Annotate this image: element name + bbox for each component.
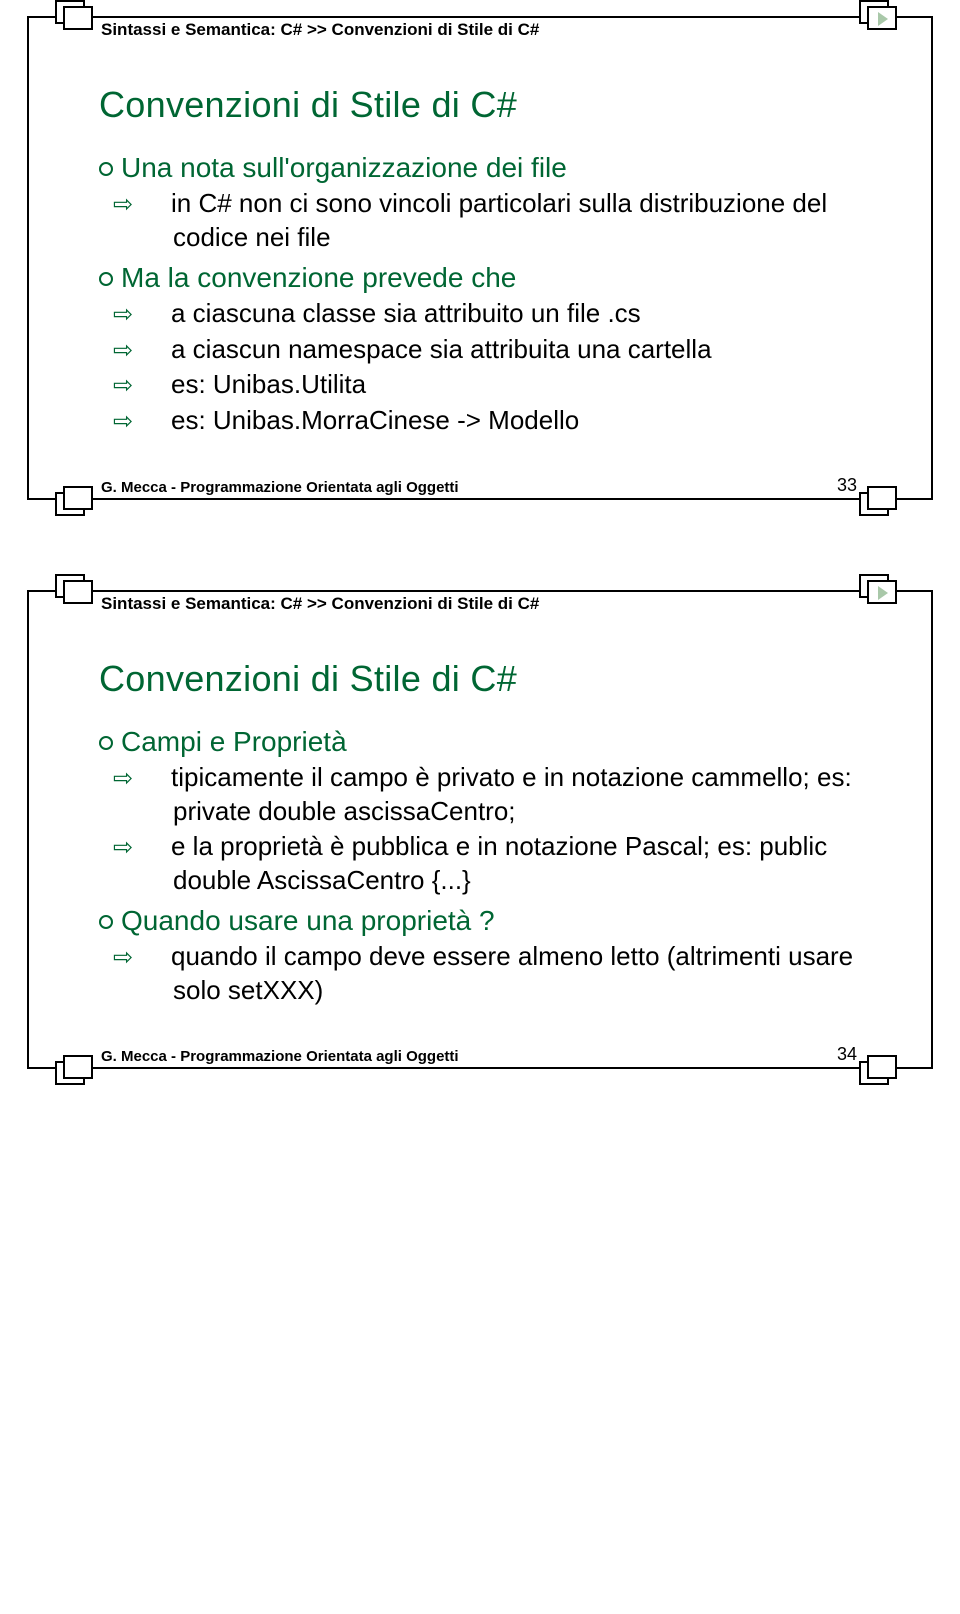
bullet-text: Quando usare una proprietà ? [121,905,495,936]
play-icon [878,12,888,26]
play-icon [878,586,888,600]
bullet-level2: ⇨quando il campo deve essere almeno lett… [143,940,881,1007]
bullet-text: tipicamente il campo è privato e in nota… [171,762,852,826]
bullet-text: Ma la convenzione prevede che [121,262,516,293]
circle-bullet-icon [99,162,113,176]
bullet-level2: ⇨a ciascun namespace sia attribuita una … [143,333,881,367]
bullet-level2: ⇨es: Unibas.MorraCinese -> Modello [143,404,881,438]
bullet-text: a ciascun namespace sia attribuita una c… [171,334,712,364]
bullet-text: Una nota sull'organizzazione dei file [121,152,567,183]
bullet-level1: Una nota sull'organizzazione dei file [99,150,881,185]
arrow-right-icon: ⇨ [143,336,167,367]
nav-next-button[interactable] [867,6,897,30]
breadcrumb: Sintassi e Semantica: C# >> Convenzioni … [101,594,539,614]
bottom-notch-right [867,1055,897,1079]
slide-header-row: Sintassi e Semantica: C# >> Convenzioni … [29,592,931,632]
top-notch-left [63,6,93,30]
footer-text: G. Mecca - Programmazione Orientata agli… [101,479,459,496]
bullet-level1: Campi e Proprietà [99,724,881,759]
footer-text: G. Mecca - Programmazione Orientata agli… [101,1048,459,1065]
bullet-level2: ⇨in C# non ci sono vincoli particolari s… [143,187,881,254]
arrow-right-icon: ⇨ [143,833,167,864]
top-notch-left [63,580,93,604]
bottom-notch-left [63,486,93,510]
slide-content: Convenzioni di Stile di C# Campi e Propr… [29,632,931,1033]
arrow-right-icon: ⇨ [143,371,167,402]
slide-header-row: Sintassi e Semantica: C# >> Convenzioni … [29,18,931,58]
bullet-text: es: Unibas.MorraCinese -> Modello [171,405,579,435]
arrow-right-icon: ⇨ [143,190,167,221]
bullet-text: a ciascuna classe sia attribuito un file… [171,298,641,328]
slide-34: Sintassi e Semantica: C# >> Convenzioni … [27,590,933,1069]
arrow-right-icon: ⇨ [143,764,167,795]
bullet-level2: ⇨es: Unibas.Utilita [143,368,881,402]
bullet-text: Campi e Proprietà [121,726,347,757]
page-number: 34 [837,1044,857,1065]
breadcrumb: Sintassi e Semantica: C# >> Convenzioni … [101,20,539,40]
nav-next-button[interactable] [867,580,897,604]
bullet-level2: ⇨a ciascuna classe sia attribuito un fil… [143,297,881,331]
arrow-right-icon: ⇨ [143,300,167,331]
bottom-notch-right [867,486,897,510]
bullet-text: in C# non ci sono vincoli particolari su… [171,188,827,252]
arrow-right-icon: ⇨ [143,943,167,974]
circle-bullet-icon [99,736,113,750]
slide-title: Convenzioni di Stile di C# [99,84,881,126]
bullet-text: e la proprietà è pubblica e in notazione… [171,831,827,895]
slide-footer-row: G. Mecca - Programmazione Orientata agli… [29,464,931,498]
slide-footer-row: G. Mecca - Programmazione Orientata agli… [29,1033,931,1067]
slide-33: Sintassi e Semantica: C# >> Convenzioni … [27,16,933,500]
slide-content: Convenzioni di Stile di C# Una nota sull… [29,58,931,464]
circle-bullet-icon [99,915,113,929]
bullet-text: es: Unibas.Utilita [171,369,366,399]
arrow-right-icon: ⇨ [143,407,167,438]
bullet-text: quando il campo deve essere almeno letto… [171,941,853,1005]
bottom-notch-left [63,1055,93,1079]
page-number: 33 [837,475,857,496]
bullet-level2: ⇨tipicamente il campo è privato e in not… [143,761,881,828]
bullet-level1: Ma la convenzione prevede che [99,260,881,295]
bullet-level1: Quando usare una proprietà ? [99,903,881,938]
bullet-level2: ⇨e la proprietà è pubblica e in notazion… [143,830,881,897]
circle-bullet-icon [99,272,113,286]
slide-title: Convenzioni di Stile di C# [99,658,881,700]
